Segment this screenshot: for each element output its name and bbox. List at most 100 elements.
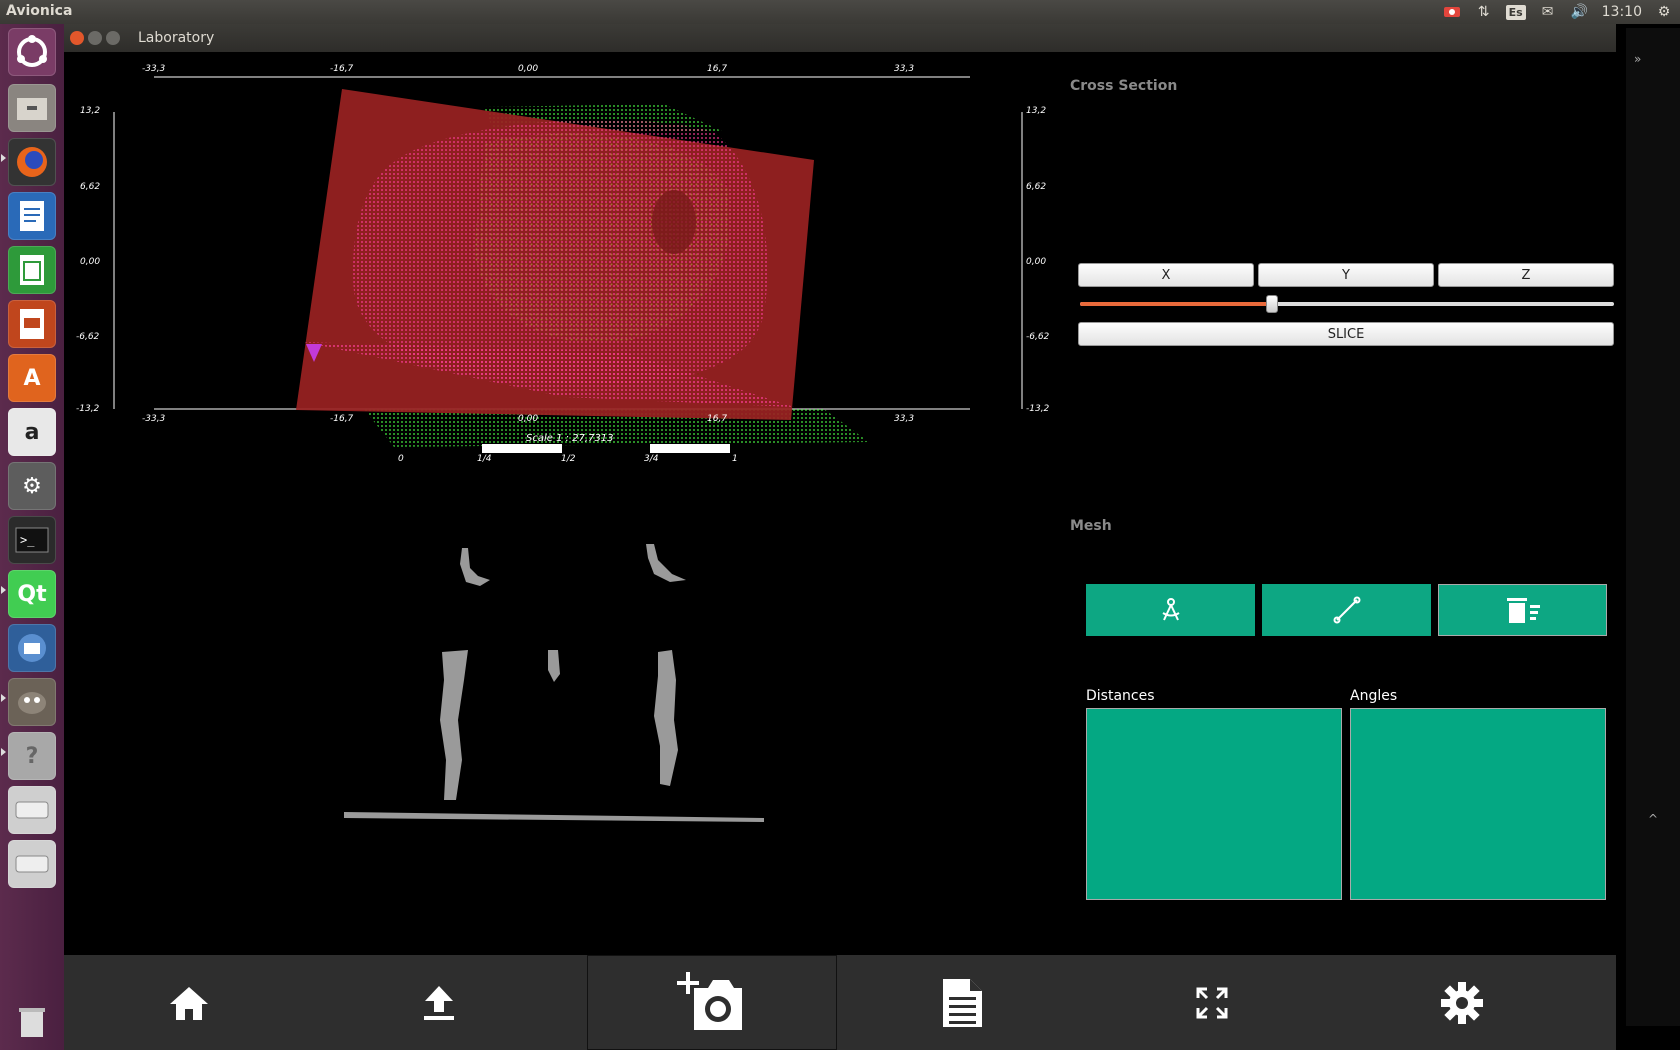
y-tick-right: -6,62 [1026,332,1050,342]
system-settings-icon[interactable]: ⚙ [8,462,56,510]
trash-icon[interactable] [8,998,56,1046]
home-icon [170,986,208,1020]
scale-tick: 3/4 [644,454,659,464]
compass-icon [1161,598,1180,621]
z-axis-button[interactable]: Z [1438,263,1614,287]
scale-segment [482,444,562,453]
writer-icon[interactable] [8,192,56,240]
home-button[interactable] [64,955,314,1050]
network-icon[interactable]: ⇅ [1474,2,1494,22]
volume-icon[interactable]: 🔊 [1570,2,1590,22]
help-icon[interactable]: ? [8,732,56,780]
maximize-icon[interactable] [106,31,120,45]
system-top-bar: Avionica ⇅ Es ✉ 🔊 13:10 ⚙ [0,0,1680,24]
angles-label: Angles [1350,688,1398,704]
thunderbird-icon[interactable] [8,624,56,672]
line-measure-icon [1333,596,1360,624]
files-icon[interactable] [8,84,56,132]
x-tick-bottom: -16,7 [330,414,354,424]
distances-list[interactable] [1086,708,1342,900]
y-tick-right: 13,2 [1026,106,1047,116]
y-tick-left: -13,2 [76,404,100,414]
cross-section-title: Cross Section [1070,78,1178,94]
minimize-icon[interactable] [88,31,102,45]
angles-list[interactable] [1350,708,1606,900]
firefox-icon[interactable] [8,138,56,186]
window-title: Laboratory [138,30,215,46]
app-name: Avionica [6,3,73,19]
add-snapshot-icon [677,971,742,1030]
point-cloud-view[interactable] [64,52,1064,955]
x-tick-bottom: -33,3 [142,414,166,424]
amazon-icon[interactable]: a [8,408,56,456]
keyboard-layout-badge[interactable]: Es [1505,4,1526,20]
x-tick-bottom: 0,00 [518,414,539,424]
right-panel: Cross Section X Y Z SLICE Mesh Distances… [1064,52,1616,955]
impress-icon[interactable] [8,300,56,348]
system-tray: ⇅ Es ✉ 🔊 13:10 ⚙ [1442,0,1680,24]
mail-icon[interactable]: ✉ [1538,2,1558,22]
terminal-icon[interactable]: >_ [8,516,56,564]
running-indicator [1,154,6,162]
gimp-icon[interactable] [8,678,56,726]
record-icon[interactable] [1442,2,1462,22]
mesh-title: Mesh [1070,518,1112,534]
window-titlebar[interactable]: Laboratory [64,24,1616,52]
line-measure-button[interactable] [1262,584,1431,636]
x-tick-bottom: 33,3 [894,414,915,424]
software-center-icon[interactable]: A [8,354,56,402]
scale-tick: 0 [398,454,404,464]
y-axis-button[interactable]: Y [1258,263,1434,287]
add-snapshot-button[interactable] [587,955,837,1050]
y-tick-left: 6,62 [80,182,101,192]
background-window-edge: » ^ [1626,28,1680,1026]
slider-fill [1080,302,1273,306]
x-tick-top: 16,7 [707,64,728,74]
svg-text:>_: >_ [20,533,35,547]
drive-icon[interactable] [8,840,56,888]
scale-tick: 1/2 [561,454,576,464]
gear-icon[interactable]: ⚙ [1654,2,1674,22]
y-tick-left: -6,62 [76,332,100,342]
x-axis-button[interactable]: X [1078,263,1254,287]
fullscreen-button[interactable] [1087,955,1337,1050]
close-icon[interactable] [70,31,84,45]
running-indicator [1,586,6,594]
compass-measure-button[interactable] [1086,584,1255,636]
settings-button[interactable] [1337,955,1587,1050]
x-tick-top: -33,3 [142,64,166,74]
delete-list-button[interactable] [1438,584,1607,636]
upload-icon [424,985,454,1020]
scale-label: Scale 1 : 27,7313 [526,433,614,444]
slider-handle[interactable] [1266,295,1279,313]
cloud-hole [652,190,696,254]
bottom-toolbar [64,955,1616,1050]
upload-button[interactable] [314,955,564,1050]
slice-button[interactable]: SLICE [1078,322,1614,346]
chevron-up-icon[interactable]: ^ [1648,812,1658,826]
cross-section-points [344,544,764,822]
y-tick-right: 6,62 [1026,182,1047,192]
document-icon [943,978,982,1027]
document-button[interactable] [837,955,1087,1050]
dash-home-icon[interactable] [8,28,56,76]
3d-viewport[interactable]: -33,3 -16,7 0,00 16,7 33,3 -33,3 -16,7 0… [64,52,1064,955]
distances-label: Distances [1086,688,1155,704]
slice-slider[interactable] [1080,295,1614,313]
settings-icon [1441,981,1483,1024]
fullscreen-icon [1196,987,1228,1018]
y-tick-left: 0,00 [80,257,101,267]
x-tick-bottom: 16,7 [707,414,728,424]
launcher: A a ⚙ >_ Qt ? [0,24,64,1050]
scale-segment [650,444,730,453]
drive-icon[interactable] [8,786,56,834]
x-tick-top: -16,7 [330,64,354,74]
running-indicator [1,694,6,702]
y-tick-right: 0,00 [1026,257,1047,267]
running-indicator [1,748,6,756]
qt-creator-icon[interactable]: Qt [8,570,56,618]
laboratory-window: Laboratory -33,3 -16,7 0,00 16,7 33,3 -3… [64,24,1616,1050]
chevron-right-icon[interactable]: » [1634,52,1641,66]
clock[interactable]: 13:10 [1602,4,1642,20]
calc-icon[interactable] [8,246,56,294]
